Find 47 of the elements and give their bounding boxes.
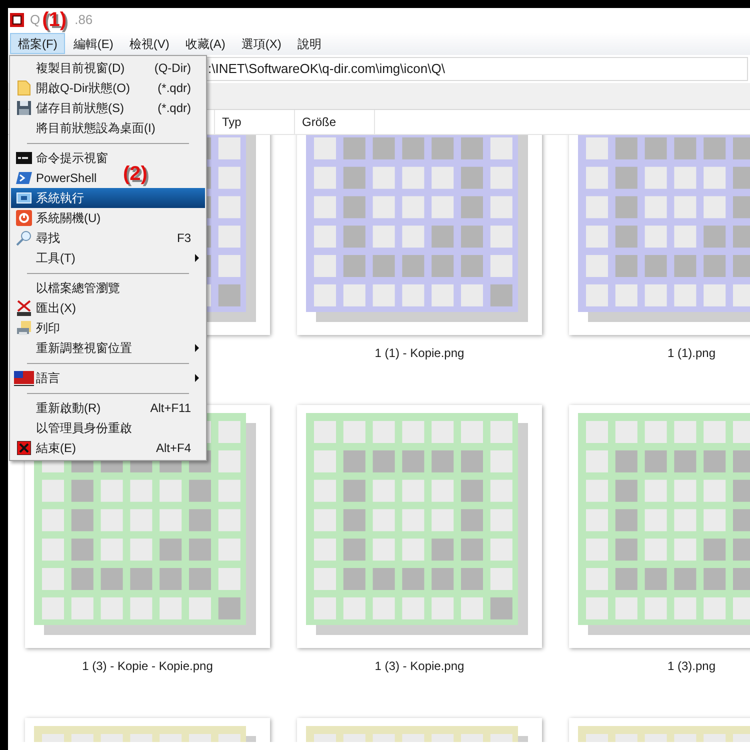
- window-title: .86: [74, 11, 93, 30]
- folder-icon: [16, 80, 30, 96]
- command-prompt-icon: [16, 152, 32, 164]
- menu-item[interactable]: 結束(E) Alt+F4: [11, 438, 205, 458]
- file-name: 1 (3) - Kopie - Kopie.png: [82, 658, 213, 675]
- menu-item[interactable]: 儲存目前狀態(S) (*.qdr): [11, 98, 205, 118]
- menu-bar-item[interactable]: 編輯(E): [65, 33, 122, 54]
- annotation-label: (1): [42, 10, 67, 30]
- menu-item[interactable]: 將目前狀態設為桌面(I): [11, 118, 162, 138]
- menu-bar-item[interactable]: 檢視(V): [121, 33, 178, 54]
- file-name: 1 (3).png: [667, 658, 716, 675]
- thumbnail-card[interactable]: [297, 405, 542, 648]
- window-title: Q: [30, 11, 40, 30]
- file-name: 1 (3) - Kopie.png: [374, 658, 464, 675]
- power-icon: [16, 210, 32, 226]
- menu-bar-item[interactable]: 選項(X): [233, 33, 290, 54]
- column-header[interactable]: Größe: [295, 110, 375, 134]
- menu-item[interactable]: 尋找 F3: [11, 228, 205, 248]
- menu-item[interactable]: 列印: [11, 318, 66, 338]
- menu-item[interactable]: PowerShell: [11, 168, 103, 188]
- menu-item[interactable]: 重新啟動(R) Alt+F11: [11, 398, 205, 418]
- search-icon: [16, 230, 32, 246]
- flag-icon: [14, 370, 34, 386]
- menu-item[interactable]: 工具(T): [11, 248, 205, 268]
- thumbnail-card[interactable]: [297, 135, 542, 335]
- annotation-label: (2): [123, 164, 148, 184]
- menu-item[interactable]: 重新調整視窗位置: [11, 338, 205, 358]
- menu-item[interactable]: 匯出(X): [11, 298, 82, 318]
- menu-item[interactable]: 以檔案總管瀏覽: [11, 278, 126, 298]
- menu-item[interactable]: 複製目前視窗(D) (Q-Dir): [11, 58, 205, 78]
- menu-bar-item[interactable]: 檔案(F): [10, 33, 66, 54]
- menu-bar-item[interactable]: 收藏(A): [177, 33, 234, 54]
- menu-item[interactable]: 開啟Q-Dir狀態(O) (*.qdr): [11, 78, 205, 98]
- cross-icon: [16, 300, 32, 316]
- menu-item[interactable]: 以管理員身份重啟: [11, 418, 138, 438]
- menu-item[interactable]: 系統執行: [11, 188, 205, 208]
- menu-bar-item[interactable]: 說明: [289, 33, 330, 54]
- window-icon: [16, 192, 32, 204]
- column-header[interactable]: Typ: [215, 110, 295, 134]
- menu-item[interactable]: 語言: [11, 368, 205, 388]
- menu-item[interactable]: 系統關機(U): [11, 208, 107, 228]
- printer-icon: [16, 320, 32, 336]
- file-name: 1 (1) - Kopie.png: [374, 345, 464, 362]
- file-name: 1 (1).png: [667, 345, 716, 362]
- menu-item[interactable]: 命令提示視窗: [11, 148, 114, 168]
- terminal-icon: [16, 171, 32, 185]
- close-icon: [16, 441, 30, 455]
